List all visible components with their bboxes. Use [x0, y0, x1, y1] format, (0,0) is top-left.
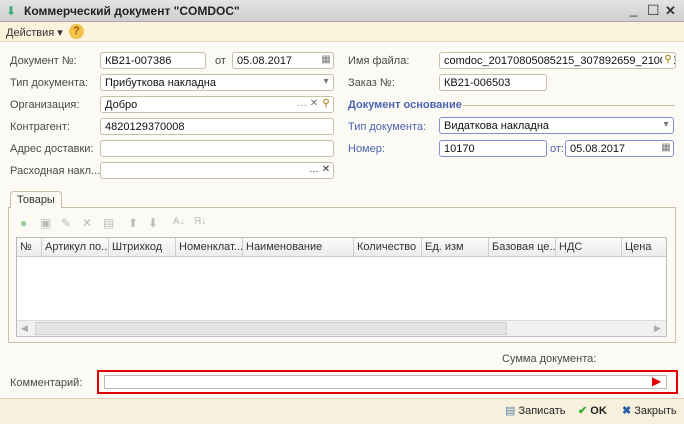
contractor-label: Контрагент:	[10, 121, 70, 133]
minimize-button[interactable]: _	[630, 2, 637, 17]
comment-input[interactable]	[104, 375, 667, 389]
sum-label: Сумма документа:	[502, 353, 597, 365]
doc-date-value: 05.08.2017	[237, 55, 293, 67]
org-value: Добро	[105, 99, 138, 111]
org-input[interactable]: Добро … ✕ ⚲	[100, 96, 334, 113]
column-header[interactable]: Цена	[622, 238, 666, 257]
save-row-icon[interactable]: ▤	[103, 216, 114, 230]
close-window-button[interactable]: ✕	[665, 3, 676, 19]
doc-number-input[interactable]: КВ21-007386	[100, 52, 206, 69]
select-icon[interactable]: …	[308, 163, 320, 178]
scroll-thumb[interactable]	[35, 322, 507, 335]
base-type-value: Видаткова накладна	[444, 120, 550, 132]
base-type-label: Тип документа:	[348, 121, 427, 133]
base-number-label: Номер:	[348, 143, 385, 155]
actions-menu[interactable]: Действия ▾	[6, 26, 63, 39]
search-icon[interactable]: ⚲	[320, 97, 332, 112]
base-type-select[interactable]: Видаткова накладна ▾	[439, 117, 674, 134]
doc-type-label: Тип документа:	[10, 77, 89, 89]
expense-label: Расходная накл...	[10, 165, 101, 177]
base-date-value: 05.08.2017	[570, 143, 626, 155]
maximize-button[interactable]: ☐	[647, 2, 660, 19]
save-button[interactable]: ▤ Записать	[505, 404, 565, 417]
column-header[interactable]: Количество	[354, 238, 422, 257]
close-button[interactable]: ✖ Закрыть	[622, 404, 677, 417]
edit-icon[interactable]: ✎	[61, 216, 71, 230]
delete-icon[interactable]: ✕	[82, 216, 92, 230]
expense-input[interactable]: … ✕	[100, 162, 334, 179]
copy-icon[interactable]: ▣	[40, 216, 51, 230]
table-header: № Артикул по... Штрихкод Номенклат... На…	[17, 238, 666, 257]
order-label: Заказ №:	[348, 77, 395, 89]
clear-icon[interactable]: ✕	[320, 163, 332, 178]
save-label: Записать	[518, 405, 566, 417]
address-input[interactable]	[100, 140, 334, 157]
doc-number-label: Документ №:	[10, 55, 77, 67]
window-title: Коммерческий документ "COMDOC"	[24, 4, 240, 18]
base-from-label: от:	[550, 143, 564, 155]
chevron-down-icon[interactable]: ▾	[320, 75, 332, 90]
file-label: Имя файла:	[348, 55, 410, 67]
comment-highlight: ▶	[97, 370, 678, 394]
column-header[interactable]: Базовая це...	[489, 238, 556, 257]
column-header[interactable]: №	[17, 238, 42, 257]
column-header[interactable]: НДС	[556, 238, 622, 257]
tab-goods[interactable]: Товары	[10, 191, 62, 208]
column-header[interactable]: Артикул по...	[42, 238, 109, 257]
bottom-bar: ▤ Записать ✔ OK ✖ Закрыть	[0, 398, 684, 424]
doc-type-value: Прибуткова накладна	[105, 77, 216, 89]
clipboard-check-icon: ✔	[578, 405, 591, 417]
add-icon[interactable]: ●	[20, 216, 27, 230]
title-bar: ⬇ Коммерческий документ "COMDOC" _ ☐ ✕	[0, 0, 684, 22]
arrow-marker-icon: ▶	[652, 374, 662, 388]
comment-label: Комментарий:	[10, 377, 83, 389]
column-header[interactable]: Номенклат...	[176, 238, 243, 257]
ok-label: OK	[590, 405, 607, 417]
file-value: comdoc_20170805085215_307892659_21007386	[444, 55, 676, 67]
order-input[interactable]: КВ21-006503	[439, 74, 547, 91]
move-up-icon[interactable]: ⬆	[128, 216, 138, 230]
address-label: Адрес доставки:	[10, 143, 94, 155]
document-icon: ⬇	[6, 4, 17, 18]
horizontal-scrollbar[interactable]: ◀ ▶	[17, 320, 666, 336]
column-header[interactable]: Штрихкод	[109, 238, 176, 257]
toolbar: Действия ▾ ?	[0, 22, 684, 42]
contractor-input[interactable]: 4820129370008	[100, 118, 334, 135]
base-date-input[interactable]: 05.08.2017 ▦	[565, 140, 674, 157]
scroll-right-icon[interactable]: ▶	[654, 323, 661, 334]
base-section-header: Документ основание	[348, 99, 462, 111]
chevron-down-icon[interactable]: ▾	[660, 118, 672, 133]
select-icon[interactable]: …	[296, 97, 308, 112]
ok-button[interactable]: ✔ OK	[578, 404, 607, 417]
org-label: Организация:	[10, 99, 80, 111]
floppy-icon: ▤	[505, 405, 519, 417]
close-icon: ✖	[622, 405, 635, 417]
doc-type-select[interactable]: Прибуткова накладна ▾	[100, 74, 334, 91]
help-icon[interactable]: ?	[69, 24, 84, 39]
scroll-left-icon[interactable]: ◀	[21, 323, 28, 334]
doc-date-input[interactable]: 05.08.2017 ▦	[232, 52, 334, 69]
search-icon[interactable]: ⚲	[662, 53, 674, 68]
column-header[interactable]: Ед. изм	[422, 238, 489, 257]
sort-asc-icon[interactable]: A↓	[173, 216, 185, 227]
close-label: Закрыть	[634, 405, 677, 417]
section-divider	[463, 105, 675, 106]
clear-icon[interactable]: ✕	[308, 97, 320, 112]
goods-table[interactable]: № Артикул по... Штрихкод Номенклат... На…	[16, 237, 667, 337]
calendar-icon[interactable]: ▦	[660, 141, 672, 156]
sort-desc-icon[interactable]: Я↓	[194, 216, 206, 227]
move-down-icon[interactable]: ⬇	[148, 216, 158, 230]
calendar-icon[interactable]: ▦	[320, 53, 332, 68]
base-number-input[interactable]: 10170	[439, 140, 547, 157]
file-input[interactable]: comdoc_20170805085215_307892659_21007386…	[439, 52, 676, 69]
from-label: от	[215, 55, 226, 67]
column-header[interactable]: Наименование	[243, 238, 354, 257]
